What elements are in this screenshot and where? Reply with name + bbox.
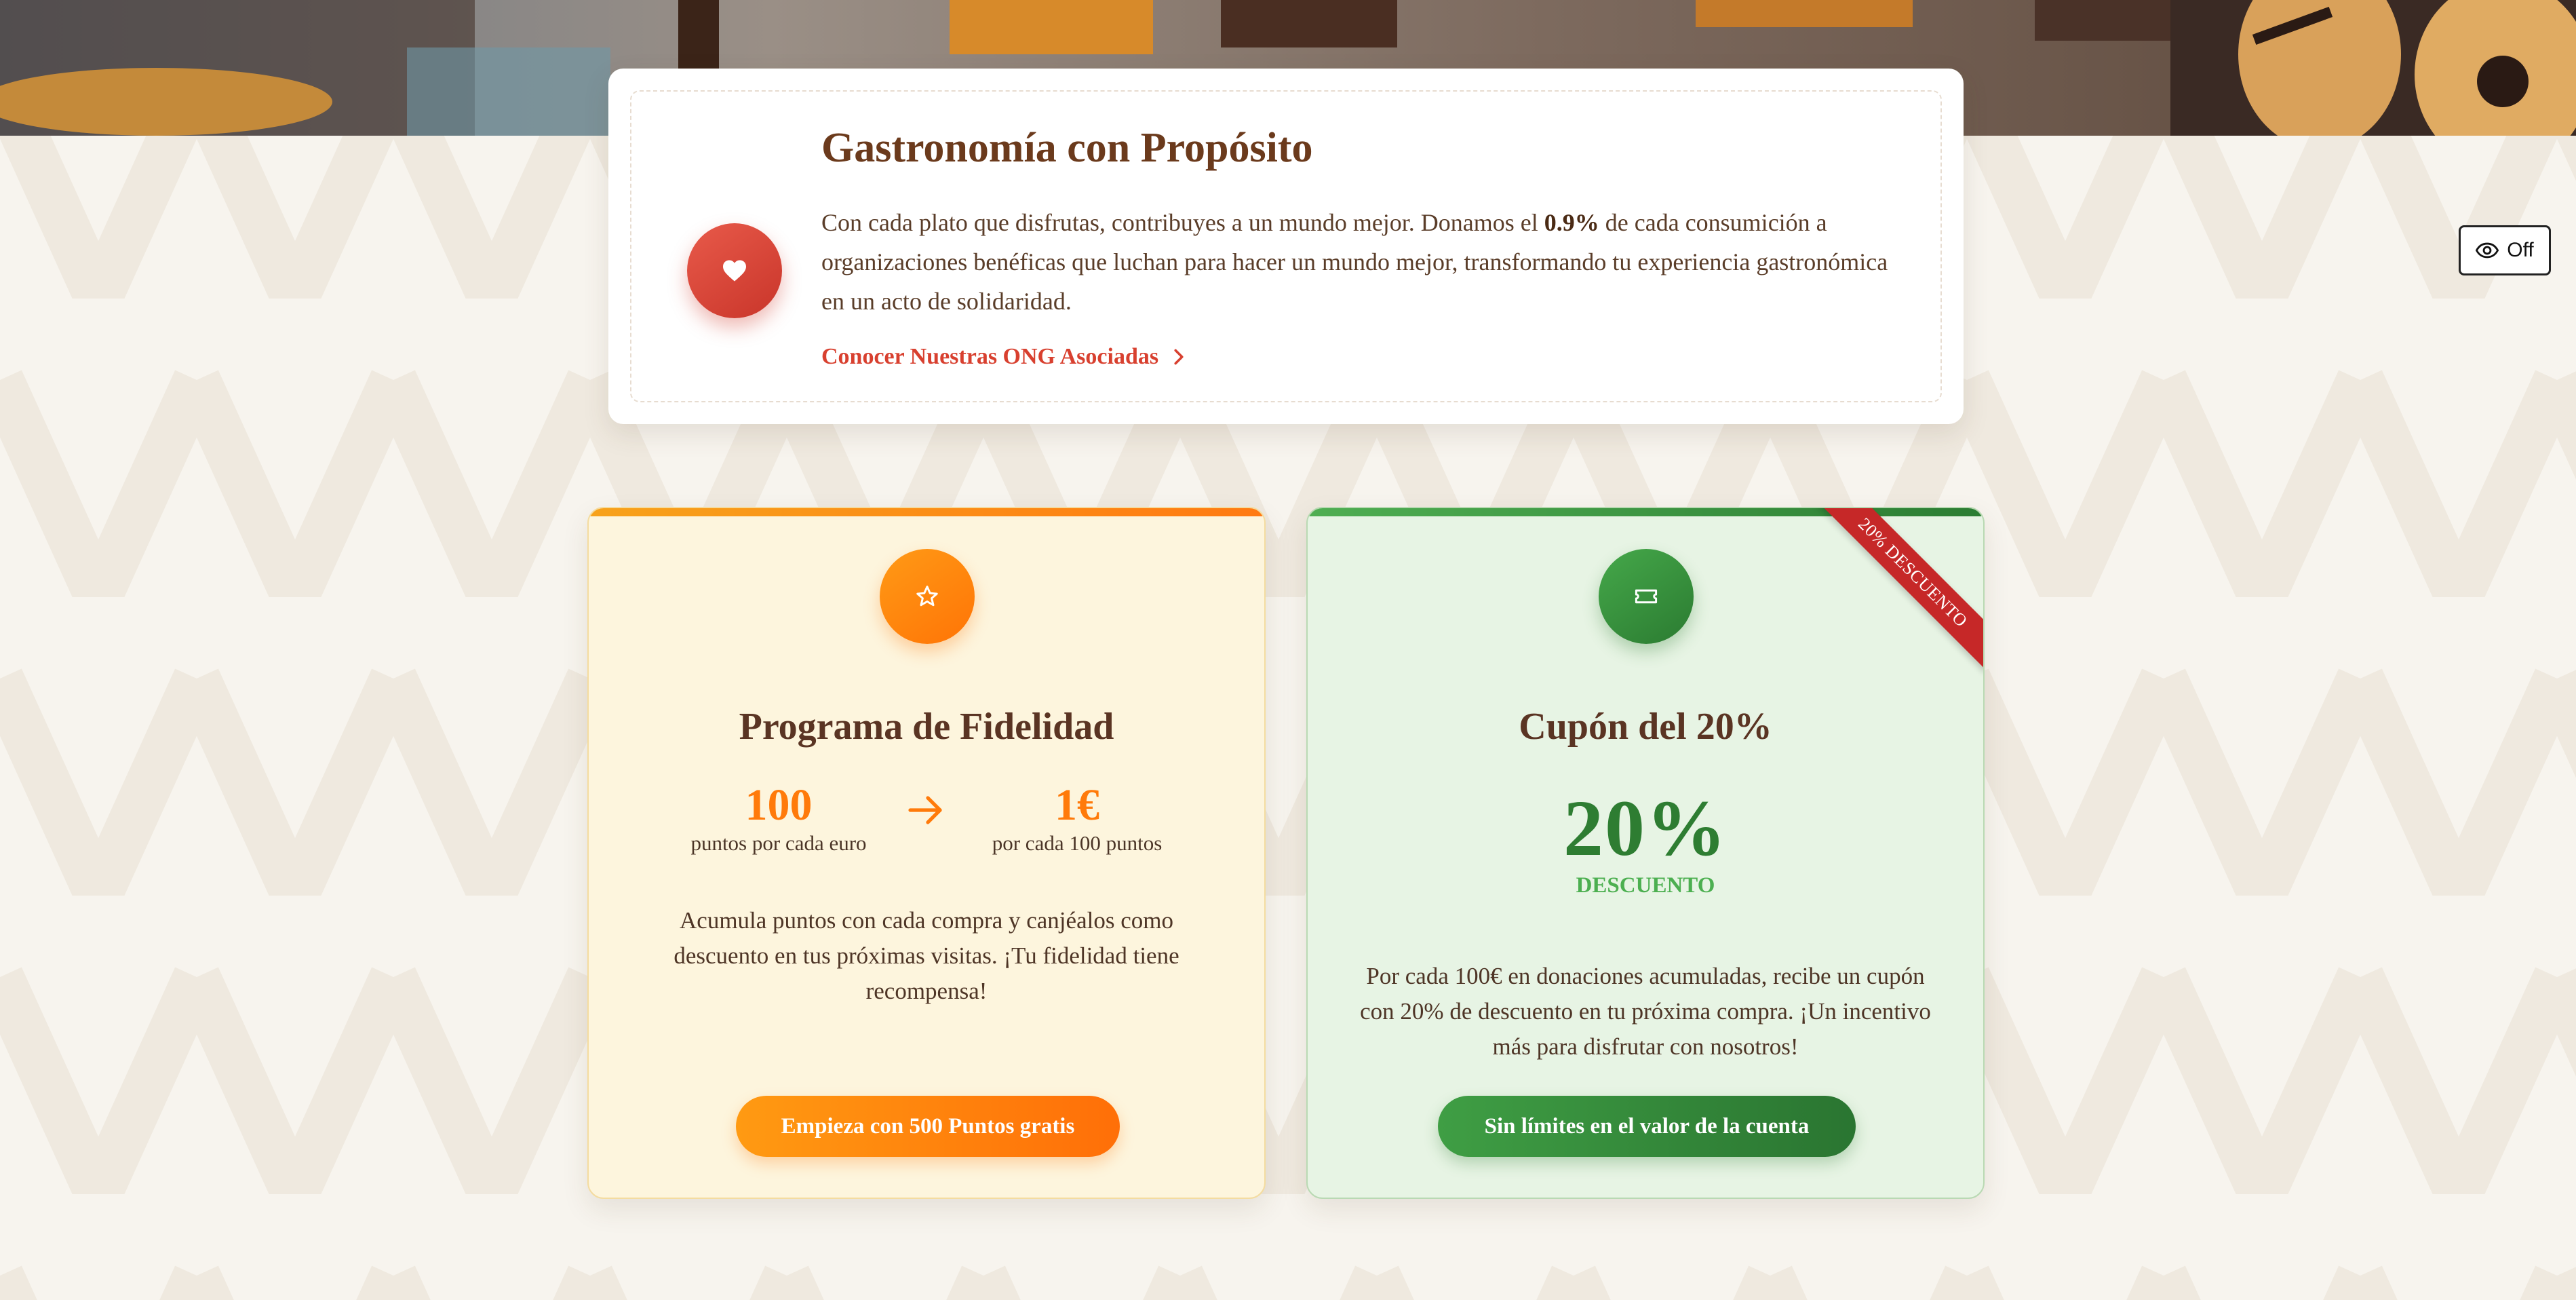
points-per-euro-value: 100 [745,780,813,830]
donation-percentage: 0.9% [1544,209,1599,236]
purpose-description: Con cada plato que disfrutas, contribuye… [821,203,1907,321]
ticket-icon [1599,549,1694,644]
points-per-euro-stat: 100 puntos por cada euro [670,781,887,857]
coupon-description: Por cada 100€ en donaciones acumuladas, … [1360,963,1931,1060]
purpose-text-before: Con cada plato que disfrutas, contribuye… [821,209,1544,236]
star-icon [880,549,975,644]
euro-per-points-value: 1€ [1055,780,1099,830]
loyalty-description: Acumula puntos con cada compra y canjéal… [674,907,1179,1004]
euro-per-points-label: por cada 100 puntos [992,831,1163,855]
coupon-discount-value: 20% [1563,784,1728,873]
visibility-toggle[interactable]: Off [2459,225,2551,275]
arrow-right-icon [908,796,942,824]
ngo-partners-link-label: Conocer Nuestras ONG Asociadas [821,344,1159,369]
loyalty-program-card: Programa de Fidelidad 100 puntos por cad… [587,507,1266,1199]
coupon-card-accent-bar [1308,508,1983,516]
no-limit-button[interactable]: Sin límites en el valor de la cuenta [1438,1096,1856,1157]
purpose-card-border: Gastronomía con Propósito Con cada plato… [630,90,1942,402]
loyalty-title: Programa de Fidelidad [739,706,1114,748]
coupon-card: 20% DESCUENTO Cupón del 20% 20% DESCUENT… [1306,507,1985,1199]
euro-per-points-stat: 1€ por cada 100 puntos [969,781,1186,857]
ngo-partners-link[interactable]: Conocer Nuestras ONG Asociadas [821,344,1184,370]
coupon-title: Cupón del 20% [1519,706,1772,748]
purpose-title: Gastronomía con Propósito [821,125,1313,171]
loyalty-card-accent-bar [589,508,1264,516]
eye-icon [2476,242,2499,259]
start-loyalty-button[interactable]: Empieza con 500 Puntos gratis [736,1096,1120,1157]
points-per-euro-label: puntos por cada euro [690,831,867,855]
coupon-discount-label: DESCUENTO [1576,873,1715,898]
visibility-toggle-label: Off [2507,239,2534,261]
purpose-card: Gastronomía con Propósito Con cada plato… [608,69,1964,424]
heart-icon [687,223,782,318]
discount-ribbon: 20% DESCUENTO [1814,508,1983,671]
chevron-right-icon [1174,349,1184,365]
